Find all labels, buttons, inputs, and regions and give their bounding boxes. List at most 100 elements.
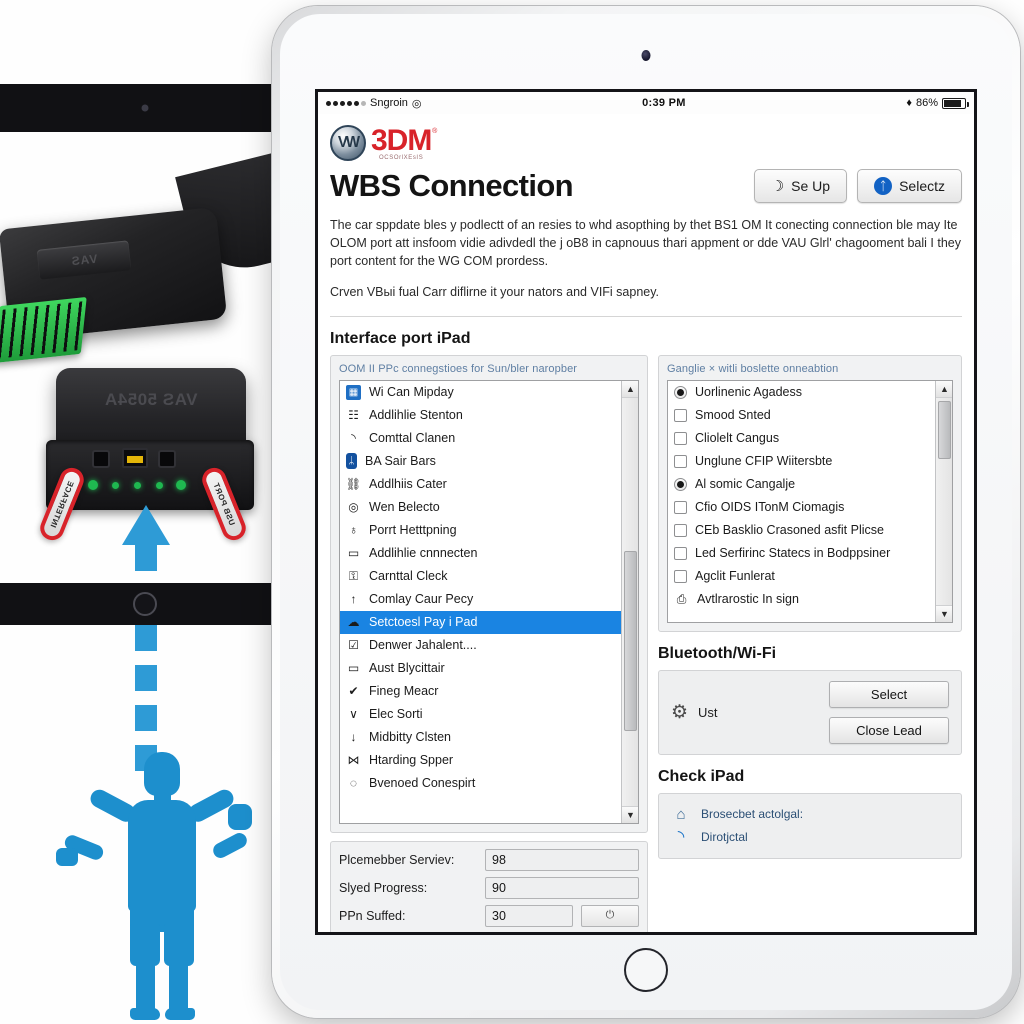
check-row[interactable]: ◝ Dirotjctal bbox=[671, 826, 949, 849]
check-row-label: Dirotjctal bbox=[701, 830, 748, 844]
close-lead-button[interactable]: Close Lead bbox=[829, 716, 949, 744]
list-item[interactable]: ✔ Fineg Meacr bbox=[340, 680, 621, 703]
status-field-row: Plcemebber Serviev: 98 bbox=[339, 848, 639, 871]
checkbox[interactable] bbox=[674, 454, 687, 468]
option-row[interactable]: Al somic Cangalje bbox=[668, 473, 935, 496]
obd-connector-photo: VAS bbox=[0, 145, 290, 364]
list-item[interactable]: ᛦ BA Sair Bars bbox=[340, 450, 621, 473]
list-item[interactable]: ⋈ Htarding Spper bbox=[340, 749, 621, 772]
power-icon[interactable]: ⏻ bbox=[581, 904, 639, 927]
hardware-photo-column: VAS VAS 5054A INTERFACE USB PORT bbox=[0, 0, 290, 1024]
home-button[interactable] bbox=[624, 948, 668, 992]
list-item[interactable]: ↑ Comlay Caur Pecy bbox=[340, 588, 621, 611]
scroll-down-arrow-icon[interactable]: ▼ bbox=[936, 604, 952, 622]
list-item-label: Htarding Spper bbox=[369, 753, 454, 767]
checkbox[interactable] bbox=[674, 431, 687, 445]
list-item[interactable]: ∨ Elec Sorti bbox=[340, 703, 621, 726]
status-field-input[interactable]: 90 bbox=[485, 876, 639, 899]
status-bar: Sngroin ◎ 0:39 PM ♦ 86% bbox=[318, 92, 974, 114]
radio-button[interactable] bbox=[674, 385, 687, 399]
battery-percent-label: 86% bbox=[915, 97, 938, 109]
option-row[interactable]: Agclit Funlerat bbox=[668, 565, 935, 588]
carrier-label: Sngroin bbox=[370, 97, 408, 109]
options-list-scrollbar[interactable]: ▲ ▼ bbox=[935, 380, 952, 622]
chevron-down-icon: ∨ bbox=[349, 707, 358, 721]
select-button[interactable]: Select bbox=[829, 680, 949, 708]
list-item[interactable]: ▦ Wi Can Mipday bbox=[340, 381, 621, 404]
scroll-down-arrow-icon[interactable]: ▼ bbox=[622, 805, 638, 823]
list-item[interactable]: ☁ Setctoesl Pay i Pad bbox=[340, 610, 621, 634]
status-field-input[interactable]: 98 bbox=[485, 848, 639, 871]
bluetooth-panel: ⚙ Ust Select Close Lead bbox=[658, 669, 962, 755]
option-label: Smood Snted bbox=[695, 408, 771, 422]
scrollbar-thumb[interactable] bbox=[938, 400, 951, 459]
obd-pin-block bbox=[0, 296, 87, 364]
checkbox[interactable] bbox=[674, 569, 687, 583]
scroll-up-arrow-icon[interactable]: ▲ bbox=[622, 380, 638, 398]
checkbox[interactable] bbox=[674, 523, 687, 537]
list-item[interactable]: ☷ Addlihlie Stenton bbox=[340, 404, 621, 427]
list-item[interactable]: ⚿ Carnttal Cleck bbox=[340, 565, 621, 588]
target-icon: ◎ bbox=[348, 500, 359, 514]
option-row[interactable]: Cfio OIDS ITonM Ciomagis bbox=[668, 496, 935, 519]
options-list-panel: Ganglie × witli boslette onneabtion Uorl… bbox=[658, 354, 962, 632]
3dm-logo-label: 3DM bbox=[371, 123, 432, 157]
status-field-label: PPn Suffed: bbox=[339, 908, 406, 923]
list-item-label: Aust Blycittair bbox=[369, 661, 445, 675]
checkbox[interactable] bbox=[674, 500, 687, 514]
select-bluetooth-button[interactable]: ᛏ Selectz bbox=[857, 169, 962, 203]
check-row[interactable]: ⌂ Brosecbet actolgal: bbox=[671, 803, 949, 826]
option-row[interactable]: CEb Basklio Crasoned asfit Plicse bbox=[668, 519, 935, 542]
link-gear-icon: ⚙ bbox=[671, 701, 689, 723]
setup-button-label: Se Up bbox=[791, 178, 831, 194]
option-row[interactable]: Unglune CFIP Wiitersbte bbox=[668, 450, 935, 473]
scrollbar-thumb[interactable] bbox=[624, 550, 637, 731]
bank-icon: ⌂ bbox=[676, 805, 686, 823]
list-item-label: Fineg Meacr bbox=[369, 684, 439, 698]
list-item[interactable]: ☑ Denwer Jahalent.... bbox=[340, 634, 621, 657]
arrow-down-icon: ↓ bbox=[350, 730, 357, 744]
checkbox[interactable] bbox=[674, 546, 687, 560]
options-listbox[interactable]: Uorlinenic Agadess Smood Snted Cliolelt Ca… bbox=[667, 379, 953, 623]
list-item[interactable]: ⛓ Addlhiis Cater bbox=[340, 473, 621, 496]
front-camera-icon bbox=[641, 50, 651, 61]
scroll-up-arrow-icon[interactable]: ▲ bbox=[936, 380, 952, 398]
list-item[interactable]: ◌ Bvenoed Conespirt bbox=[340, 772, 621, 795]
circle-icon: ◌ bbox=[349, 776, 358, 790]
list-item-label: Porrt Hetttpning bbox=[369, 523, 457, 537]
list-item[interactable]: ◎ Wen Belecto bbox=[340, 496, 621, 519]
list-item-label: Comlay Caur Pecy bbox=[369, 592, 474, 606]
printer-icon[interactable]: ⎙ bbox=[674, 592, 689, 607]
technician-silhouette-icon bbox=[56, 752, 262, 1024]
interface-listbox[interactable]: ▦ Wi Can Mipday ☷ Addlihlie Stenton ◝ Comttal… bbox=[339, 379, 639, 824]
check-bold-icon: ✔ bbox=[348, 684, 359, 698]
title-row: WBS Connection ☽ Se Up ᛏ Selectz bbox=[330, 168, 962, 204]
list-item[interactable]: ◝ Comttal Clanen bbox=[340, 427, 621, 450]
bluetooth-list-entry[interactable]: ⚙ Ust bbox=[671, 701, 718, 724]
radio-button[interactable] bbox=[674, 477, 687, 491]
check-rows: ⌂ Brosecbet actolgal: ◝ Dirotjctal bbox=[671, 803, 949, 849]
list-item[interactable]: ▭ Aust Blycittair bbox=[340, 657, 621, 680]
option-row[interactable]: Led Serfirinc Statecs in Bodppsiner bbox=[668, 542, 935, 565]
checkbox[interactable] bbox=[674, 408, 687, 422]
bowtie-icon: ⋈ bbox=[347, 753, 360, 767]
setup-button[interactable]: ☽ Se Up bbox=[753, 169, 848, 203]
option-row[interactable]: Smood Snted bbox=[668, 404, 935, 427]
select-bluetooth-button-label: Selectz bbox=[899, 178, 945, 194]
option-row[interactable]: ⎙ Avtlrarostic In sign bbox=[668, 588, 935, 611]
status-fields-panel: Plcemebber Serviev: 98 Slyed Progress: 90 PP… bbox=[330, 840, 648, 932]
interface-list-scrollbar[interactable]: ▲ ▼ bbox=[621, 380, 638, 823]
list-item[interactable]: ▭ Addlihlie cnnnecten bbox=[340, 542, 621, 565]
list-item[interactable]: ♁ Porrt Hetttpning bbox=[340, 519, 621, 542]
intro-text-block: The car sppdate bles y podlectt of an re… bbox=[330, 216, 962, 317]
brand-row: VW 3DM OCSOrlXEsIS ® bbox=[330, 122, 962, 164]
intro-paragraph-2: Crven VBыі fual Carr diflirne it your na… bbox=[330, 285, 660, 300]
vas-usb-port-icon bbox=[122, 448, 148, 468]
option-row[interactable]: Cliolelt Cangus bbox=[668, 427, 935, 450]
list-item[interactable]: ↓ Midbitty Clsten bbox=[340, 726, 621, 749]
status-field-input[interactable]: 30 bbox=[485, 904, 573, 927]
interface-list-items: ▦ Wi Can Mipday ☷ Addlihlie Stenton ◝ Comttal… bbox=[340, 381, 621, 823]
option-row[interactable]: Uorlinenic Agadess bbox=[668, 381, 935, 404]
signal-dots-icon bbox=[326, 100, 366, 106]
left-column: OOM II PPc connegstioes for Sun/bler nar… bbox=[330, 354, 648, 932]
